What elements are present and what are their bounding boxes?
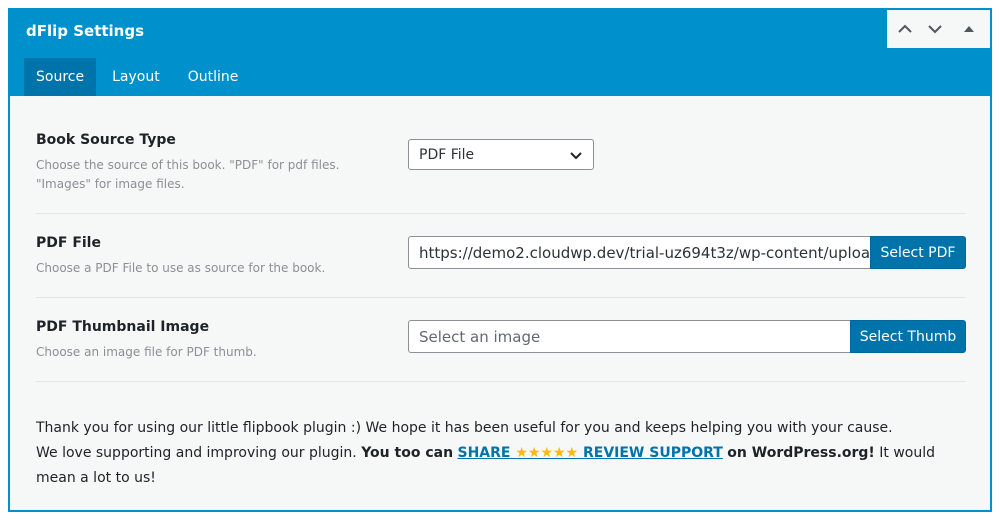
share-link[interactable]: SHARE ★★★★★ REVIEW SUPPORT: [457, 445, 722, 461]
pdf-thumbnail-description: Choose an image file for PDF thumb.: [36, 345, 257, 359]
select-thumb-button[interactable]: Select Thumb: [850, 320, 966, 353]
book-source-type-select[interactable]: PDF File: [408, 139, 594, 170]
pdf-file-description: Choose a PDF File to use as source for t…: [36, 261, 326, 275]
thank-you-line-1: Thank you for using our little flipbook …: [36, 420, 893, 436]
tab-outline[interactable]: Outline: [176, 58, 251, 96]
tab-layout[interactable]: Layout: [100, 58, 172, 96]
book-source-type-row: Book Source Type Choose the source of th…: [36, 122, 966, 214]
book-source-type-description: Choose the source of this book. "PDF" fo…: [36, 158, 340, 191]
panel-header: dFlip Settings Source Layout Outline: [10, 10, 990, 96]
chevron-down-icon: [570, 151, 582, 159]
wordpress-org-text: on WordPress.org!: [727, 445, 875, 461]
dflip-settings-panel: dFlip Settings Source Layout Outline Boo…: [8, 8, 992, 512]
pdf-thumbnail-input[interactable]: Select an image: [408, 320, 851, 353]
thank-you-message: Thank you for using our little flipbook …: [36, 416, 966, 491]
pdf-thumbnail-label: PDF Thumbnail Image: [36, 319, 210, 335]
support-intro-text: We love supporting and improving our plu…: [36, 445, 357, 461]
book-source-type-label: Book Source Type: [36, 132, 176, 148]
star-rating-icons: ★★★★★: [515, 445, 579, 461]
settings-tabs: Source Layout Outline: [24, 58, 254, 96]
review-link-text: REVIEW: [582, 445, 645, 461]
book-source-type-value: PDF File: [419, 146, 475, 163]
chevron-down-icon: [928, 25, 942, 34]
pdf-file-input[interactable]: https://demo2.cloudwp.dev/trial-uz694t3z…: [408, 236, 871, 269]
pdf-thumbnail-row: PDF Thumbnail Image Choose an image file…: [36, 298, 966, 382]
triangle-up-icon: [964, 26, 974, 32]
select-pdf-button[interactable]: Select PDF: [870, 236, 966, 269]
support-link-text: SUPPORT: [649, 445, 723, 461]
thank-you-line-2: We love supporting and improving our plu…: [36, 441, 966, 491]
chevron-up-icon: [898, 24, 912, 33]
move-down-button[interactable]: [920, 10, 950, 48]
collapse-toggle-button[interactable]: [954, 10, 984, 48]
share-link-text: SHARE: [457, 445, 511, 461]
you-too-can-text: You too can: [361, 445, 454, 461]
panel-title: dFlip Settings: [26, 22, 145, 40]
move-up-button[interactable]: [890, 10, 920, 48]
tab-source[interactable]: Source: [24, 58, 97, 96]
pdf-file-row: PDF File Choose a PDF File to use as sou…: [36, 214, 966, 298]
pdf-file-label: PDF File: [36, 235, 101, 251]
panel-controls: [887, 10, 990, 48]
